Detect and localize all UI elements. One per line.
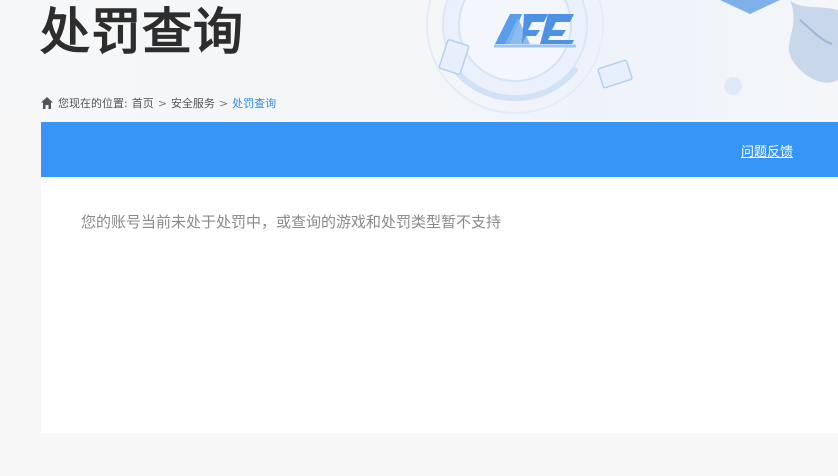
- page-title: 处罚查询: [40, 3, 244, 61]
- breadcrumb-prefix: 您现在的位置:: [58, 97, 128, 110]
- breadcrumb-separator: >: [157, 96, 167, 110]
- result-panel: 您的账号当前未处于处罚中，或查询的游戏和处罚类型暂不支持: [41, 177, 838, 433]
- home-icon: [40, 96, 54, 110]
- breadcrumb-separator: >: [218, 96, 229, 110]
- panel-header: 问题反馈: [41, 122, 838, 177]
- feedback-link[interactable]: 问题反馈: [741, 141, 793, 160]
- breadcrumb-item-security-service[interactable]: 安全服务: [171, 95, 215, 111]
- result-message: 您的账号当前未处于处罚中，或查询的游戏和处罚类型暂不支持: [81, 213, 502, 231]
- breadcrumb-item-home[interactable]: 首页: [132, 95, 154, 111]
- breadcrumb-item-current: 处罚查询: [232, 97, 277, 110]
- breadcrumb: 您现在的位置: 首页 > 安全服务 > 处罚查询: [40, 94, 276, 112]
